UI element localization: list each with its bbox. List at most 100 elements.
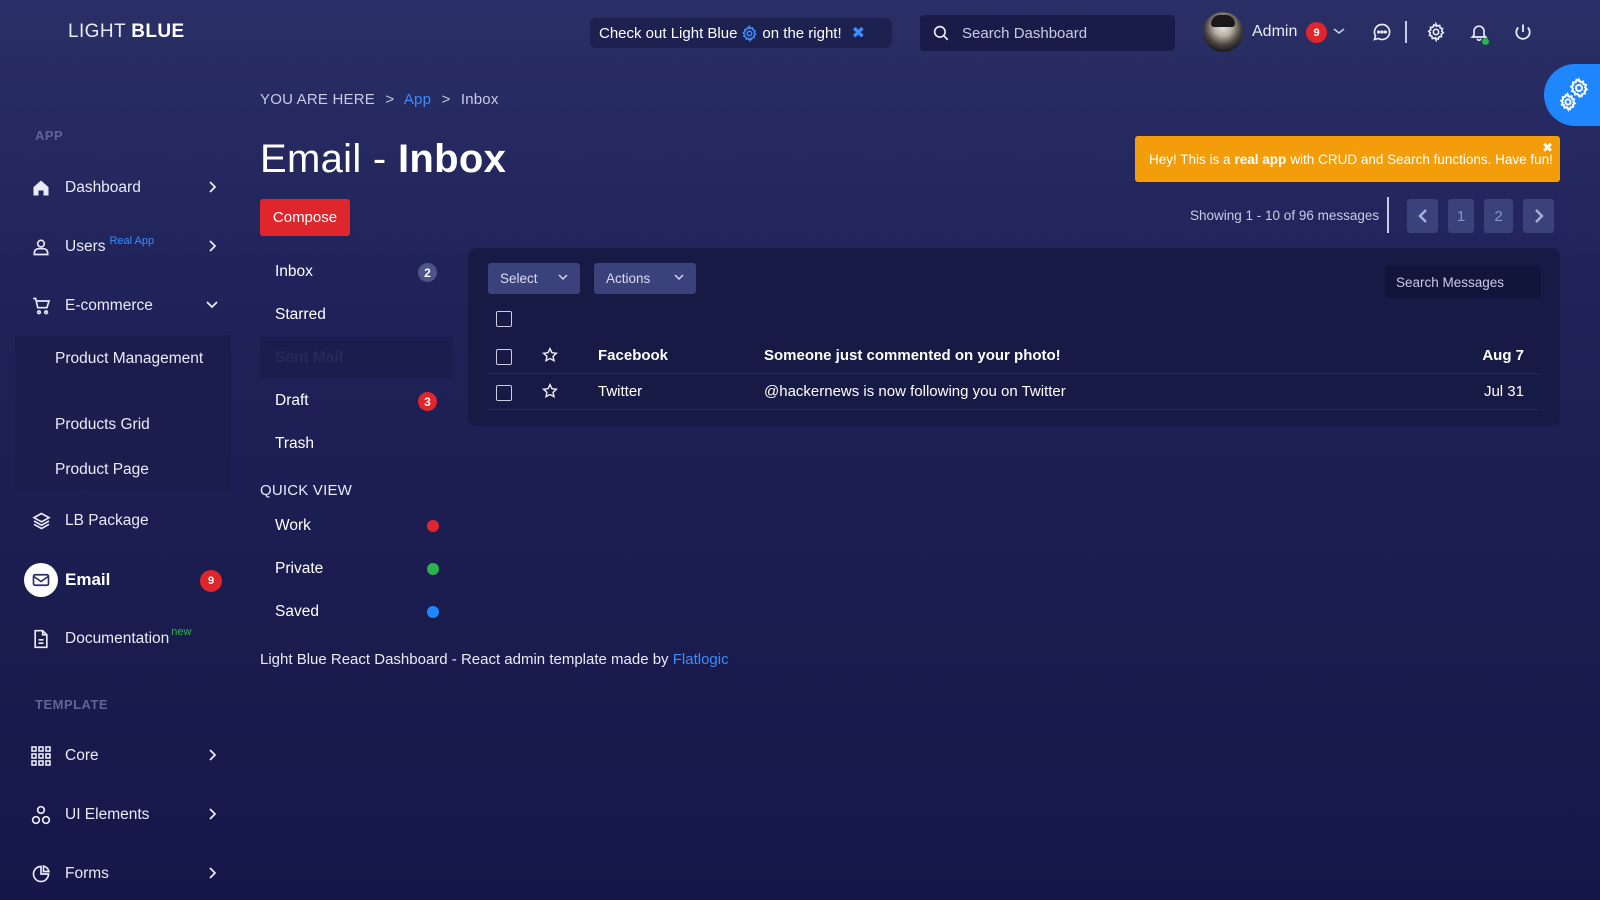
sidebar-item-documentation[interactable]: Documentation new <box>0 619 232 659</box>
work-dot-icon <box>427 520 439 532</box>
message-date: Aug 7 <box>1482 347 1524 364</box>
sidebar-section-app: APP <box>35 128 64 143</box>
sidebar-item-label: Documentation <box>65 630 170 647</box>
sidebar-item-label: UI Elements <box>65 806 150 823</box>
theme-settings-button[interactable] <box>1544 64 1600 126</box>
gear-icon <box>741 24 758 42</box>
folder-inbox[interactable]: Inbox 2 <box>260 251 453 293</box>
page-title-bold: Inbox <box>397 137 507 181</box>
promo-close-icon[interactable]: ✖ <box>852 23 865 43</box>
sidebar-item-users[interactable]: Users Real App <box>0 227 232 267</box>
actions-dropdown-label: Actions <box>606 271 651 286</box>
chevron-right-icon <box>208 181 216 193</box>
cart-icon <box>20 296 62 316</box>
pagination-page-2[interactable]: 2 <box>1484 199 1513 233</box>
message-checkbox[interactable] <box>496 349 512 365</box>
chevron-down-icon <box>206 301 218 309</box>
ecommerce-submenu: Product Management Products Grid Product… <box>15 335 231 491</box>
select-all-checkbox[interactable] <box>496 311 512 327</box>
breadcrumb-app-link[interactable]: App <box>404 91 431 108</box>
user-icon <box>20 237 62 257</box>
sidebar-item-forms[interactable]: Forms <box>0 854 232 894</box>
power-icon[interactable] <box>1511 20 1535 44</box>
message-subject[interactable]: Someone just commented on your photo! <box>764 347 1061 364</box>
chevron-left-icon <box>1417 209 1428 223</box>
select-dropdown[interactable]: Select <box>488 263 580 294</box>
sidebar-item-label: Core <box>65 747 99 764</box>
sidebar-item-ecommerce[interactable]: E-commerce <box>0 286 232 326</box>
sidebar-item-label: Forms <box>65 865 109 882</box>
sidebar-item-lb-package[interactable]: LB Package <box>0 501 232 541</box>
breadcrumb-separator: > <box>441 91 451 108</box>
quick-view-label: Private <box>275 560 324 577</box>
messages-panel: Select Actions Facebook Someone just com… <box>468 248 1560 426</box>
pagination-next-button[interactable] <box>1523 199 1554 233</box>
actions-dropdown[interactable]: Actions <box>594 263 696 294</box>
message-row[interactable]: Twitter @hackernews is now following you… <box>488 374 1538 410</box>
info-alert: Hey! This is a real app with CRUD and Se… <box>1135 136 1560 182</box>
search-messages-input[interactable] <box>1385 266 1541 298</box>
alert-close-icon[interactable]: ✖ <box>1542 140 1553 156</box>
message-date: Jul 31 <box>1483 383 1524 400</box>
user-avatar[interactable] <box>1203 12 1243 52</box>
quick-view-work[interactable]: Work <box>260 505 453 547</box>
sidebar-item-ui-elements[interactable]: UI Elements <box>0 795 232 835</box>
pagination-divider <box>1387 197 1389 233</box>
folder-draft[interactable]: Draft 3 <box>260 380 453 422</box>
submenu-products-grid[interactable]: Products Grid <box>55 414 150 435</box>
gears-icon <box>1558 77 1590 113</box>
saved-dot-icon <box>427 606 439 618</box>
chevron-right-icon <box>1534 209 1544 223</box>
footer-flatlogic-link[interactable]: Flatlogic <box>673 651 729 668</box>
chat-icon[interactable] <box>1370 20 1394 44</box>
shapes-icon <box>20 805 62 825</box>
quick-view-heading: QUICK VIEW <box>260 482 353 499</box>
dashboard-search-input[interactable] <box>962 24 1162 42</box>
submenu-product-page[interactable]: Product Page <box>55 459 149 480</box>
header-divider <box>1405 21 1407 43</box>
email-count-badge: 9 <box>200 570 222 592</box>
promo-text-after: on the right! <box>762 24 842 42</box>
select-dropdown-label: Select <box>500 271 538 286</box>
footer-text: Light Blue React Dashboard - React admin… <box>260 651 669 668</box>
folder-label: Sent Mail <box>275 349 344 366</box>
breadcrumb-separator: > <box>385 91 395 108</box>
pagination-summary: Showing 1 - 10 of 96 messages <box>1190 208 1380 223</box>
sidebar-item-dashboard[interactable]: Dashboard <box>0 168 232 208</box>
quick-view-saved[interactable]: Saved <box>260 591 453 633</box>
quick-view-label: Saved <box>275 603 319 620</box>
chevron-down-icon[interactable] <box>1333 26 1345 36</box>
search-icon <box>920 24 962 42</box>
grid-icon <box>20 746 62 766</box>
folder-label: Inbox <box>275 263 313 280</box>
inbox-count-badge: 2 <box>418 263 437 282</box>
sidebar-item-core[interactable]: Core <box>0 736 232 776</box>
user-name[interactable]: Admin <box>1252 23 1297 41</box>
folder-starred[interactable]: Starred <box>260 294 453 336</box>
promo-text-before: Check out Light Blue <box>599 24 738 42</box>
chevron-right-icon <box>208 240 216 252</box>
alert-text-bold: real app <box>1234 151 1287 167</box>
quick-view-private[interactable]: Private <box>260 548 453 590</box>
pagination-prev-button[interactable] <box>1407 199 1438 233</box>
message-checkbox[interactable] <box>496 385 512 401</box>
breadcrumb-prefix: YOU ARE HERE <box>260 91 375 108</box>
folder-sent-mail[interactable]: Sent Mail <box>260 337 453 379</box>
sidebar-item-label: Email <box>65 570 111 589</box>
star-icon[interactable] <box>542 347 558 363</box>
message-row[interactable]: Facebook Someone just commented on your … <box>488 338 1538 374</box>
pagination-page-1[interactable]: 1 <box>1448 199 1474 233</box>
settings-icon[interactable] <box>1424 20 1448 44</box>
alert-text-after: with CRUD and Search functions. Have fun… <box>1290 151 1553 167</box>
message-subject[interactable]: @hackernews is now following you on Twit… <box>764 383 1066 400</box>
home-icon <box>20 178 62 198</box>
folder-label: Draft <box>275 392 309 409</box>
page-title: Email - Inbox <box>260 137 506 182</box>
footer: Light Blue React Dashboard - React admin… <box>260 651 729 668</box>
compose-button[interactable]: Compose <box>260 199 350 236</box>
folder-trash[interactable]: Trash <box>260 423 453 465</box>
star-icon[interactable] <box>542 383 558 399</box>
page-title-light: Email - <box>260 137 398 181</box>
submenu-product-management[interactable]: Product Management <box>55 348 203 369</box>
sidebar-item-email[interactable]: Email 9 <box>0 560 232 600</box>
